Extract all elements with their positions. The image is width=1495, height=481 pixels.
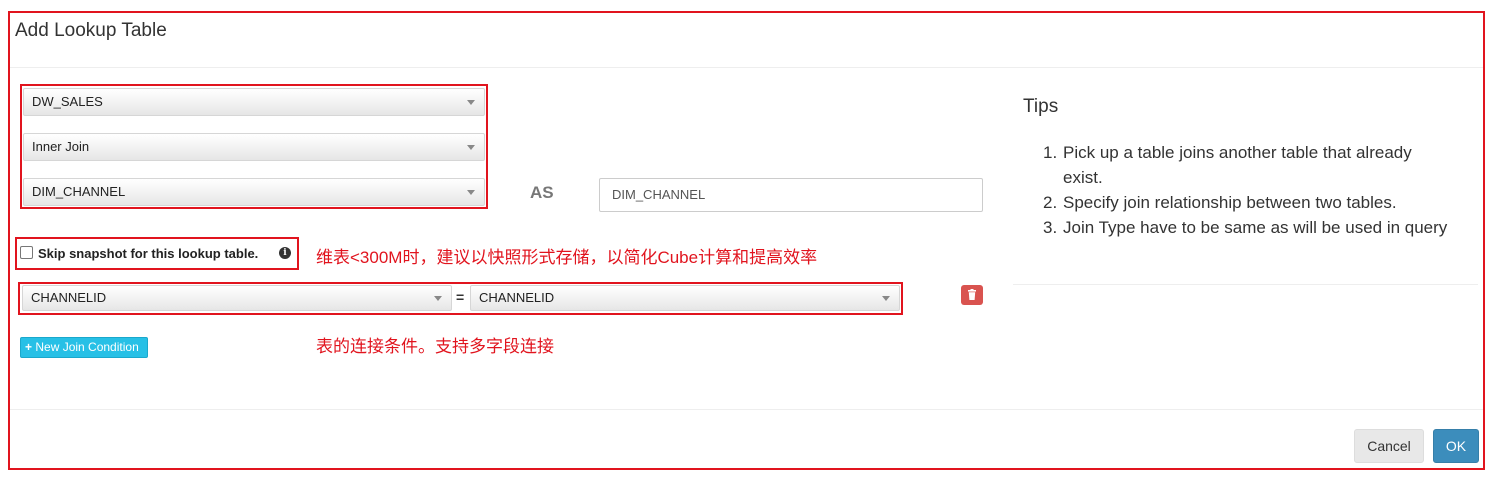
trash-icon	[968, 289, 976, 300]
equals-operator: =	[456, 289, 465, 305]
left-column-value: CHANNELID	[31, 290, 107, 305]
join-annotation: 表的连接条件。支持多字段连接	[316, 337, 554, 356]
delete-condition-button[interactable]	[961, 285, 983, 305]
as-label: AS	[530, 183, 554, 202]
new-join-condition-button[interactable]: + New Join Condition	[20, 337, 148, 358]
new-join-condition-label: New Join Condition	[35, 340, 139, 354]
tip-item: 3. Join Type have to be same as will be u…	[1043, 218, 1448, 237]
ok-button[interactable]: OK	[1433, 429, 1479, 463]
caret-down-icon	[467, 145, 475, 150]
fact-table-value: DW_SALES	[32, 94, 103, 109]
tip-item: 2. Specify join relationship between two …	[1043, 193, 1397, 212]
snapshot-annotation: 维表<300M时，建议以快照形式存储，以简化Cube计算和提高效率	[316, 248, 818, 267]
cancel-button[interactable]: Cancel	[1354, 429, 1424, 463]
join-type-select[interactable]: Inner Join	[23, 133, 485, 161]
dialog-title: Add Lookup Table	[15, 20, 167, 41]
header-divider	[10, 67, 1483, 68]
alias-input[interactable]: DIM_CHANNEL	[599, 178, 983, 212]
caret-down-icon	[434, 296, 442, 301]
skip-snapshot-label: Skip snapshot for this lookup table.	[38, 246, 259, 261]
tips-title: Tips	[1023, 96, 1059, 117]
lookup-table-value: DIM_CHANNEL	[32, 184, 126, 199]
tips-list: 1. Pick up a table joins another table th…	[1043, 140, 1453, 240]
right-column-select[interactable]: CHANNELID	[470, 285, 900, 311]
tips-divider	[1013, 284, 1478, 285]
plus-icon: +	[25, 340, 33, 354]
left-column-select[interactable]: CHANNELID	[22, 285, 452, 311]
caret-down-icon	[882, 296, 890, 301]
footer-divider	[10, 409, 1483, 410]
info-circle-icon[interactable]: i	[279, 247, 291, 259]
fact-table-select[interactable]: DW_SALES	[23, 88, 485, 116]
right-column-value: CHANNELID	[479, 290, 555, 305]
tip-item: 1. Pick up a table joins another table th…	[1043, 143, 1412, 187]
caret-down-icon	[467, 100, 475, 105]
join-type-value: Inner Join	[32, 139, 90, 154]
lookup-table-select[interactable]: DIM_CHANNEL	[23, 178, 485, 206]
skip-snapshot-checkbox[interactable]	[20, 246, 33, 259]
caret-down-icon	[467, 190, 475, 195]
